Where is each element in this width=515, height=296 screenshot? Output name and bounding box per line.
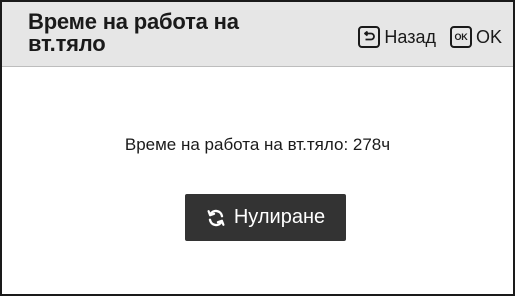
header-bar: Време на работа на вт.тяло Назад OK OK xyxy=(2,2,513,67)
back-button[interactable]: Назад xyxy=(358,26,436,48)
page-title: Време на работа на вт.тяло xyxy=(28,9,239,56)
ok-key-icon: OK xyxy=(449,26,472,48)
ok-label: OK xyxy=(475,26,502,47)
ok-key-text: OK xyxy=(454,31,468,42)
reset-label: Нулиране xyxy=(233,206,326,228)
header-nav: Назад OK OK xyxy=(358,24,502,50)
back-arrow-icon xyxy=(358,26,381,48)
reset-button[interactable]: Нулиране xyxy=(185,194,346,241)
back-label: Назад xyxy=(384,26,436,47)
refresh-icon xyxy=(206,208,226,228)
operating-time-text: Време на работа на вт.тяло: 278ч xyxy=(124,135,391,154)
screen: Време на работа на вт.тяло Назад OK OK В… xyxy=(0,0,515,296)
ok-button[interactable]: OK OK xyxy=(449,26,502,48)
